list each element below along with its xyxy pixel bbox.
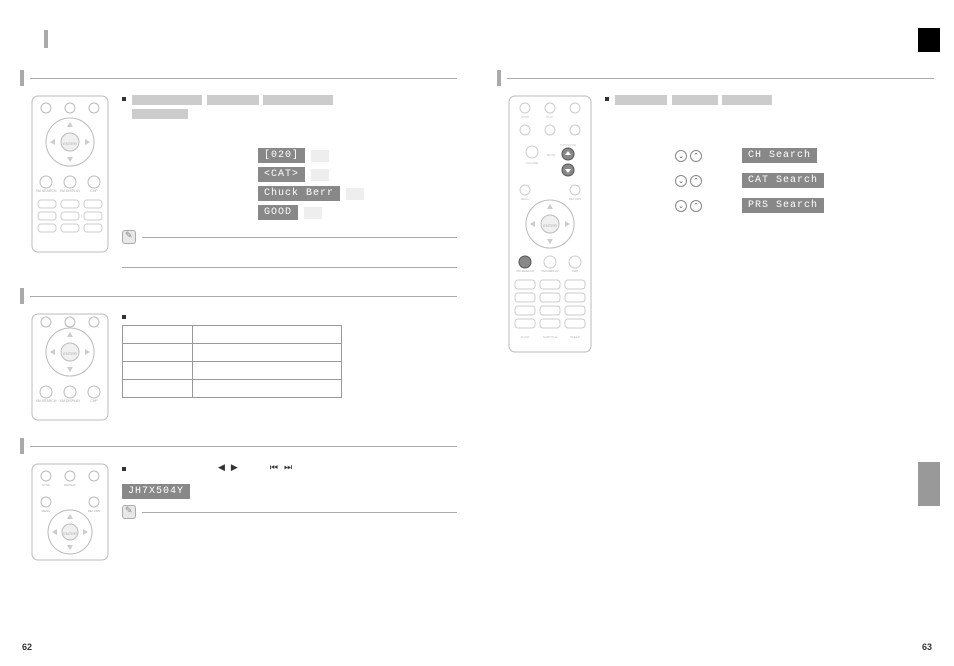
chevron-up-icon: ⌃ bbox=[690, 150, 702, 162]
section-bar bbox=[497, 70, 501, 86]
bullet-icon bbox=[122, 467, 126, 471]
svg-text:XM DISPLAY: XM DISPLAY bbox=[541, 269, 559, 273]
remote-illustration: ENTER XM SEARCH XM DISPLAY CHP bbox=[30, 94, 110, 274]
search-mode-display: PRS Search bbox=[742, 198, 824, 213]
table-row bbox=[123, 344, 342, 362]
chevron-up-icon: ⌃ bbox=[690, 200, 702, 212]
svg-text:CHP: CHP bbox=[572, 269, 578, 273]
section-3: STOP REPEAT MENU RETURN ENTER bbox=[20, 438, 457, 564]
svg-text:RETURN: RETURN bbox=[88, 509, 101, 513]
black-tab-marker bbox=[918, 28, 940, 52]
svg-text:CHP: CHP bbox=[90, 399, 98, 403]
arrow-right-icon: ▶ bbox=[231, 462, 238, 473]
search-mode-display: CAT Search bbox=[742, 173, 824, 188]
svg-text:SUBTITLE: SUBTITLE bbox=[543, 335, 557, 339]
svg-text:MENU: MENU bbox=[521, 197, 530, 201]
display-row-channel: [020] bbox=[122, 148, 457, 163]
arrow-left-icon: ◀ bbox=[218, 462, 225, 473]
page-header-mark bbox=[44, 30, 48, 48]
display-value: Chuck Berr bbox=[258, 186, 340, 201]
section-divider bbox=[30, 78, 457, 79]
note-icon bbox=[122, 230, 136, 244]
display-value: <CAT> bbox=[258, 167, 305, 182]
svg-text:PLAY: PLAY bbox=[546, 115, 553, 119]
table-row bbox=[123, 326, 342, 344]
id-code-display: JH7X504Y bbox=[122, 484, 190, 499]
svg-text:MUTE: MUTE bbox=[547, 153, 556, 157]
bullet-icon bbox=[122, 97, 126, 101]
svg-text:ENTER: ENTER bbox=[63, 351, 77, 356]
svg-text:XM SEARCH: XM SEARCH bbox=[36, 399, 57, 403]
svg-text:RETURN: RETURN bbox=[569, 197, 582, 201]
remote-illustration-full: STOP PLAY VOLUME TUNING/CH bbox=[507, 94, 593, 356]
svg-text:CHP: CHP bbox=[90, 189, 98, 193]
bullet-icon bbox=[605, 97, 609, 101]
display-value: GOOD bbox=[258, 205, 298, 220]
search-mode-category: ⌄ ⌃ CAT Search bbox=[605, 173, 934, 188]
chevron-down-icon: ⌄ bbox=[675, 150, 687, 162]
redacted-text bbox=[615, 94, 774, 108]
display-value: [020] bbox=[258, 148, 305, 163]
remote-illustration: ENTER XM SEARCH XM DISPLAY CHP bbox=[30, 312, 110, 424]
skip-next-icon: ⏭ bbox=[284, 462, 292, 473]
page-left: ENTER XM SEARCH XM DISPLAY CHP bbox=[0, 0, 477, 666]
svg-text:STOP: STOP bbox=[521, 115, 529, 119]
svg-text:SLOW: SLOW bbox=[521, 335, 530, 339]
svg-text:TUNING/CH: TUNING/CH bbox=[560, 143, 577, 147]
chevron-up-icon: ⌃ bbox=[690, 175, 702, 187]
table-row bbox=[123, 380, 342, 398]
section-divider bbox=[30, 296, 457, 297]
section-r1: STOP PLAY VOLUME TUNING/CH bbox=[497, 70, 934, 356]
svg-text:ENTER: ENTER bbox=[63, 141, 77, 146]
search-mode-preset: ⌄ ⌃ PRS Search bbox=[605, 198, 934, 213]
page-number-right: 63 bbox=[922, 642, 932, 652]
svg-text:ENTER: ENTER bbox=[543, 223, 557, 228]
svg-text:XM DISPLAY: XM DISPLAY bbox=[60, 189, 81, 193]
svg-text:XM SEARCH: XM SEARCH bbox=[516, 269, 534, 273]
gray-tab-marker bbox=[918, 462, 940, 506]
skip-prev-icon: ⏮ bbox=[270, 462, 278, 473]
display-row-category: <CAT> bbox=[122, 167, 457, 182]
page-right: STOP PLAY VOLUME TUNING/CH bbox=[477, 0, 954, 666]
svg-text:STOP: STOP bbox=[42, 483, 50, 487]
display-row-artist: Chuck Berr bbox=[122, 186, 457, 201]
search-mode-channel: ⌄ ⌃ CH Search bbox=[605, 148, 934, 163]
svg-text:VOLUME: VOLUME bbox=[526, 161, 539, 165]
section-2: ENTER XM SEARCH XM DISPLAY CHP bbox=[20, 288, 457, 424]
section-1: ENTER XM SEARCH XM DISPLAY CHP bbox=[20, 70, 457, 274]
svg-text:SLEEP: SLEEP bbox=[570, 335, 580, 339]
page-number-left: 62 bbox=[22, 642, 32, 652]
svg-text:XM DISPLAY: XM DISPLAY bbox=[60, 399, 81, 403]
note-icon bbox=[122, 505, 136, 519]
search-mode-display: CH Search bbox=[742, 148, 817, 163]
redacted-text bbox=[132, 94, 335, 122]
section-bar bbox=[20, 288, 24, 304]
svg-text:XM SEARCH: XM SEARCH bbox=[36, 189, 57, 193]
section-bar bbox=[20, 70, 24, 86]
remote-illustration: STOP REPEAT MENU RETURN ENTER bbox=[30, 462, 110, 564]
bullet-icon bbox=[122, 315, 126, 319]
section-divider bbox=[507, 78, 934, 79]
display-row-title: GOOD bbox=[122, 205, 457, 220]
section-divider bbox=[30, 446, 457, 447]
svg-text:MENU: MENU bbox=[42, 509, 51, 513]
info-table bbox=[122, 325, 342, 398]
table-row bbox=[123, 362, 342, 380]
chevron-down-icon: ⌄ bbox=[675, 200, 687, 212]
section-bar bbox=[20, 438, 24, 454]
svg-text:ENTER: ENTER bbox=[63, 531, 77, 536]
svg-text:REPEAT: REPEAT bbox=[64, 483, 76, 487]
direction-arrows: ◀ ▶ ⏮ ⏭ bbox=[218, 462, 292, 473]
chevron-down-icon: ⌄ bbox=[675, 175, 687, 187]
